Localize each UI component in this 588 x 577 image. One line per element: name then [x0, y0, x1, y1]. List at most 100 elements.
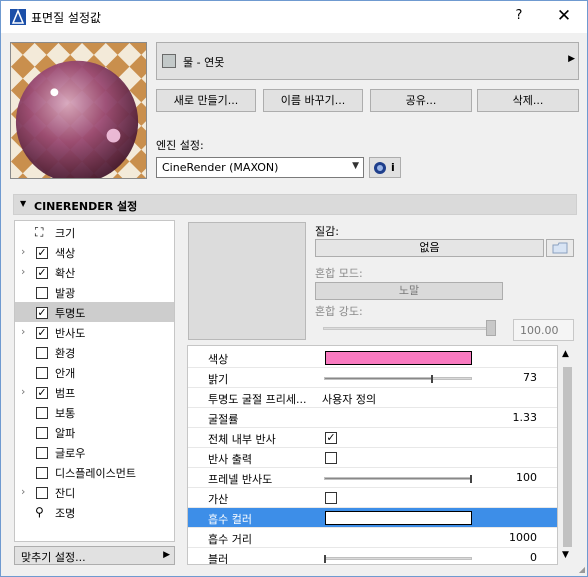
channel-checkbox[interactable]: ✓: [36, 387, 48, 399]
blend-strength-field[interactable]: 100.00: [513, 319, 574, 341]
expand-chevron-icon[interactable]: ›: [21, 325, 25, 338]
scroll-down-icon[interactable]: ▼: [562, 550, 569, 560]
property-row[interactable]: 색상: [188, 348, 557, 368]
channel-checkbox[interactable]: [36, 407, 48, 419]
property-scrollbar[interactable]: ▲ ▼: [559, 345, 576, 565]
blend-strength-slider-thumb[interactable]: [486, 320, 496, 336]
channel-checkbox[interactable]: [36, 467, 48, 479]
expand-chevron-icon[interactable]: ›: [21, 385, 25, 398]
property-value[interactable]: 0: [530, 551, 537, 564]
property-value[interactable]: 73: [523, 371, 537, 384]
channel-label: 환경: [55, 347, 76, 360]
chevron-right-icon: ▶: [568, 54, 575, 64]
property-row[interactable]: 밝기 73: [188, 368, 557, 388]
expand-chevron-icon[interactable]: ›: [21, 265, 25, 278]
texture-preview[interactable]: [188, 222, 306, 340]
channel-checkbox[interactable]: [36, 427, 48, 439]
scroll-up-icon[interactable]: ▲: [562, 349, 569, 359]
blend-mode-select[interactable]: 노말: [315, 282, 503, 300]
texture-none-button[interactable]: 없음: [315, 239, 544, 257]
info-icon: i: [391, 161, 395, 174]
slider-thumb[interactable]: [470, 475, 472, 483]
material-preview[interactable]: [10, 42, 147, 179]
channel-checkbox[interactable]: ✓: [36, 307, 48, 319]
channel-item[interactable]: 디스플레이스먼트: [15, 462, 174, 482]
property-row[interactable]: 블러 0: [188, 548, 557, 564]
channel-label: 글로우: [55, 447, 86, 460]
material-selector[interactable]: 물 - 연못 ▶: [156, 42, 579, 80]
property-value[interactable]: 1.33: [513, 411, 538, 424]
texture-browse-button[interactable]: [546, 239, 574, 257]
property-value[interactable]: 사용자 정의: [322, 391, 376, 407]
channel-item[interactable]: ✓ 투명도: [15, 302, 174, 322]
channel-item[interactable]: 발광: [15, 282, 174, 302]
expand-chevron-icon[interactable]: ›: [21, 485, 25, 498]
property-row[interactable]: 흡수 컬러: [188, 508, 557, 528]
rename-button[interactable]: 이름 바꾸기...: [263, 89, 363, 112]
property-row[interactable]: 투명도 굴절 프리세... 사용자 정의: [188, 388, 557, 408]
blend-strength-label: 혼합 강도:: [315, 305, 363, 318]
channel-item[interactable]: › ✓ 확산: [15, 262, 174, 282]
property-name: 반사 출력: [208, 453, 252, 466]
channel-checkbox[interactable]: ✓: [36, 267, 48, 279]
channel-item[interactable]: › ✓ 반사도: [15, 322, 174, 342]
property-row[interactable]: 프레넬 반사도 100: [188, 468, 557, 488]
title-bar: 표면질 설정값 ? ✕: [1, 1, 587, 33]
chevron-down-icon: ▼: [352, 161, 359, 171]
fit-settings-button[interactable]: 맞추기 설정... ▶: [14, 546, 175, 565]
scrollbar-thumb[interactable]: [563, 367, 572, 547]
channel-checkbox[interactable]: [36, 347, 48, 359]
channel-item[interactable]: 보통: [15, 402, 174, 422]
property-name: 투명도 굴절 프리세...: [208, 393, 307, 406]
help-button[interactable]: ?: [507, 8, 531, 26]
property-value[interactable]: 1000: [509, 531, 537, 544]
channel-item[interactable]: 글로우: [15, 442, 174, 462]
channel-label: 크기: [55, 227, 76, 240]
channel-checkbox[interactable]: ✓: [36, 327, 48, 339]
delete-button[interactable]: 삭제...: [477, 89, 579, 112]
slider-thumb[interactable]: [324, 555, 326, 563]
value-slider[interactable]: [324, 475, 472, 483]
new-button[interactable]: 새로 만들기...: [156, 89, 256, 112]
property-checkbox[interactable]: ✓: [325, 432, 337, 444]
channel-item[interactable]: ⛶ 크기: [15, 222, 174, 242]
cinerender-section-header[interactable]: ▼ CINERENDER 설정: [13, 194, 577, 215]
blend-strength-slider[interactable]: [323, 327, 496, 330]
value-slider[interactable]: [324, 375, 472, 383]
engine-select[interactable]: CineRender (MAXON) ▼: [156, 157, 364, 178]
property-checkbox[interactable]: [325, 492, 337, 504]
channel-item[interactable]: 안개: [15, 362, 174, 382]
channel-checkbox[interactable]: [36, 367, 48, 379]
property-row[interactable]: 가산: [188, 488, 557, 508]
color-swatch[interactable]: [325, 351, 472, 365]
expand-chevron-icon[interactable]: ›: [21, 245, 25, 258]
share-button[interactable]: 공유...: [370, 89, 472, 112]
property-value[interactable]: 100: [516, 471, 537, 484]
property-row[interactable]: 굴절률 1.33: [188, 408, 557, 428]
channel-item[interactable]: 환경: [15, 342, 174, 362]
slider-thumb[interactable]: [430, 375, 433, 383]
channel-item[interactable]: › 잔디: [15, 482, 174, 502]
channel-item[interactable]: 알파: [15, 422, 174, 442]
material-name: 물 - 연못: [183, 56, 225, 69]
channel-item[interactable]: › ✓ 색상: [15, 242, 174, 262]
value-slider[interactable]: [324, 555, 472, 563]
engine-info-button[interactable]: i: [369, 157, 401, 178]
resize-grip-icon[interactable]: ◢: [579, 565, 585, 574]
channel-label: 범프: [55, 387, 76, 400]
channel-checkbox[interactable]: [36, 287, 48, 299]
chevron-right-icon: ▶: [163, 550, 170, 560]
channel-item[interactable]: › ✓ 범프: [15, 382, 174, 402]
color-swatch[interactable]: [325, 511, 472, 525]
close-button[interactable]: ✕: [549, 6, 579, 26]
property-row[interactable]: 전체 내부 반사 ✓: [188, 428, 557, 448]
property-name: 흡수 거리: [208, 533, 252, 546]
channel-checkbox[interactable]: [36, 487, 48, 499]
property-row[interactable]: 반사 출력: [188, 448, 557, 468]
channel-item[interactable]: ⚲ 조명: [15, 502, 174, 522]
channel-checkbox[interactable]: ✓: [36, 247, 48, 259]
property-row[interactable]: 흡수 거리 1000: [188, 528, 557, 548]
property-checkbox[interactable]: [325, 452, 337, 464]
channel-checkbox[interactable]: [36, 447, 48, 459]
property-name: 가산: [208, 493, 229, 506]
